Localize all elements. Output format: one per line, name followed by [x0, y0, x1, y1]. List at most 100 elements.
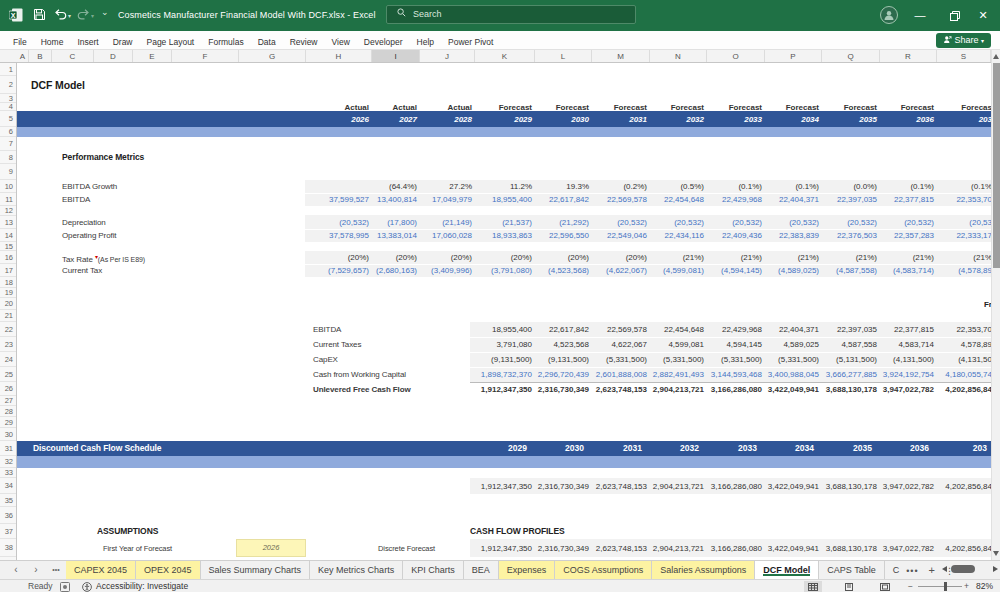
row-headers[interactable]: 1234567891011121314151617181920212223242…	[0, 63, 17, 560]
zoom-level[interactable]: 82%	[976, 580, 993, 592]
scroll-up-arrow[interactable]	[993, 54, 999, 59]
row-header-34[interactable]: 34	[0, 478, 16, 494]
column-header-D[interactable]: D	[94, 50, 133, 62]
row-header-4[interactable]: 4	[0, 103, 16, 111]
row-header-20[interactable]: 20	[0, 298, 16, 310]
qat-customize-icon[interactable]: ⌄	[101, 7, 109, 17]
row-header-7[interactable]: 7	[0, 137, 16, 151]
sheet-tab-capex-2045[interactable]: CAPEX 2045	[66, 561, 136, 579]
sheet-tab-dcf-model[interactable]: DCF Model	[755, 561, 819, 579]
row-header-15[interactable]: 15	[0, 242, 16, 251]
redo-icon[interactable]	[77, 8, 90, 21]
close-button[interactable]: ✕	[968, 0, 998, 30]
column-header-K[interactable]: K	[475, 50, 535, 62]
column-header-P[interactable]: P	[765, 50, 822, 62]
row-header-21[interactable]: 21	[0, 310, 16, 322]
view-page-break-button[interactable]	[876, 581, 894, 592]
search-box[interactable]: Search	[386, 5, 636, 24]
sheet-tab-cogs-assumptions[interactable]: COGS Assumptions	[555, 561, 652, 579]
undo-icon[interactable]	[54, 8, 67, 21]
view-page-layout-button[interactable]	[840, 581, 858, 592]
view-normal-button[interactable]	[804, 581, 822, 592]
row-header-9[interactable]: 9	[0, 164, 16, 180]
row-header-17[interactable]: 17	[0, 264, 16, 277]
hscroll-thumb[interactable]	[951, 565, 975, 573]
row-header-1[interactable]: 1	[0, 63, 16, 76]
sheet-tab-caps-table[interactable]: CAPS Table	[819, 561, 884, 579]
column-header-B[interactable]: B	[29, 50, 52, 62]
row-header-18[interactable]: 18	[0, 277, 16, 288]
row-header-2[interactable]: 2	[0, 76, 16, 94]
sheet-tab-salaries-assumptions[interactable]: Salaries Assumptions	[652, 561, 755, 579]
row-header-35[interactable]: 35	[0, 494, 16, 507]
row-header-27[interactable]: 27	[0, 396, 16, 406]
row-header-6[interactable]: 6	[0, 127, 16, 137]
row-header-29[interactable]: 29	[0, 417, 16, 428]
sheet-tab-bea[interactable]: BEA	[464, 561, 499, 579]
accessibility-status[interactable]: Accessibility: Investigate	[96, 580, 188, 592]
row-header-25[interactable]: 25	[0, 367, 16, 382]
row-header-38[interactable]: 38	[0, 539, 16, 557]
row-header-26[interactable]: 26	[0, 382, 16, 396]
column-header-A[interactable]: A	[17, 50, 29, 62]
undo-dropdown[interactable]: ▾	[68, 12, 71, 19]
sheet-nav-right[interactable]: ›	[26, 561, 46, 579]
row-header-19[interactable]: 19	[0, 288, 16, 298]
scroll-down-arrow[interactable]	[993, 551, 999, 556]
column-header-L[interactable]: L	[535, 50, 592, 62]
row-header-28[interactable]: 28	[0, 406, 16, 417]
row-header-8[interactable]: 8	[0, 151, 16, 164]
sheet-tab-kpi-charts[interactable]: KPI Charts	[403, 561, 464, 579]
row-header-33[interactable]: 33	[0, 468, 16, 478]
row-header-24[interactable]: 24	[0, 352, 16, 367]
column-header-E[interactable]: E	[133, 50, 172, 62]
zoom-slider-thumb[interactable]	[944, 582, 947, 591]
row-header-12[interactable]: 12	[0, 206, 16, 216]
sheet-tab-opex-2045[interactable]: OPEX 2045	[136, 561, 201, 579]
macro-record-icon[interactable]	[60, 582, 70, 592]
column-header-C[interactable]: C	[52, 50, 94, 62]
sheet-grid[interactable]: DCF ModelActual2026Actual2027Actual2028F…	[17, 63, 991, 560]
row-header-31[interactable]: 31	[0, 441, 16, 456]
column-header-S[interactable]: S	[937, 50, 991, 62]
hscroll-left-arrow[interactable]	[942, 566, 947, 572]
sheet-nav-left[interactable]: ‹	[6, 561, 26, 579]
excel-app-icon[interactable]: X	[9, 8, 23, 22]
sheet-tab-c[interactable]: C	[885, 561, 902, 579]
column-header-R[interactable]: R	[880, 50, 937, 62]
column-header-M[interactable]: M	[592, 50, 650, 62]
column-header-J[interactable]: J	[420, 50, 475, 62]
row-header-3[interactable]: 3	[0, 94, 16, 103]
row-header-10[interactable]: 10	[0, 180, 16, 193]
assumption-input-cell[interactable]: 2026	[236, 539, 306, 557]
hscroll-right-arrow[interactable]	[993, 566, 998, 572]
column-header-O[interactable]: O	[707, 50, 765, 62]
new-sheet-button[interactable]: +	[924, 564, 940, 576]
row-header-32[interactable]: 32	[0, 456, 16, 468]
sheet-nav-more[interactable]: •••	[46, 561, 66, 579]
row-header-13[interactable]: 13	[0, 216, 16, 229]
redo-dropdown[interactable]: ▾	[91, 12, 94, 19]
column-header-G[interactable]: G	[239, 50, 306, 62]
row-header-22[interactable]: 22	[0, 322, 16, 337]
row-header-5[interactable]: 5	[0, 111, 16, 127]
share-button[interactable]: Share ▾	[936, 33, 991, 48]
column-headers[interactable]: ABCDEFGHIJKLMNOPQRS	[0, 50, 1000, 63]
row-header-23[interactable]: 23	[0, 337, 16, 352]
scrollbar-thumb[interactable]	[993, 63, 1000, 268]
column-header-N[interactable]: N	[650, 50, 707, 62]
zoom-in-button[interactable]: +	[964, 580, 969, 592]
sheet-more-button[interactable]: •••	[901, 566, 923, 576]
row-header-37[interactable]: 37	[0, 524, 16, 539]
column-header-Q[interactable]: Q	[822, 50, 880, 62]
restore-button[interactable]	[940, 0, 970, 30]
column-header-F[interactable]: F	[172, 50, 239, 62]
row-header-36[interactable]: 36	[0, 507, 16, 524]
row-header-16[interactable]: 16	[0, 251, 16, 264]
row-header-30[interactable]: 30	[0, 428, 16, 441]
save-icon[interactable]	[33, 8, 46, 21]
sheet-tab-key-metrics-charts[interactable]: Key Metrics Charts	[310, 561, 403, 579]
row-header-14[interactable]: 14	[0, 229, 16, 242]
zoom-out-button[interactable]: −	[908, 580, 913, 592]
zoom-slider-track[interactable]	[918, 586, 962, 587]
